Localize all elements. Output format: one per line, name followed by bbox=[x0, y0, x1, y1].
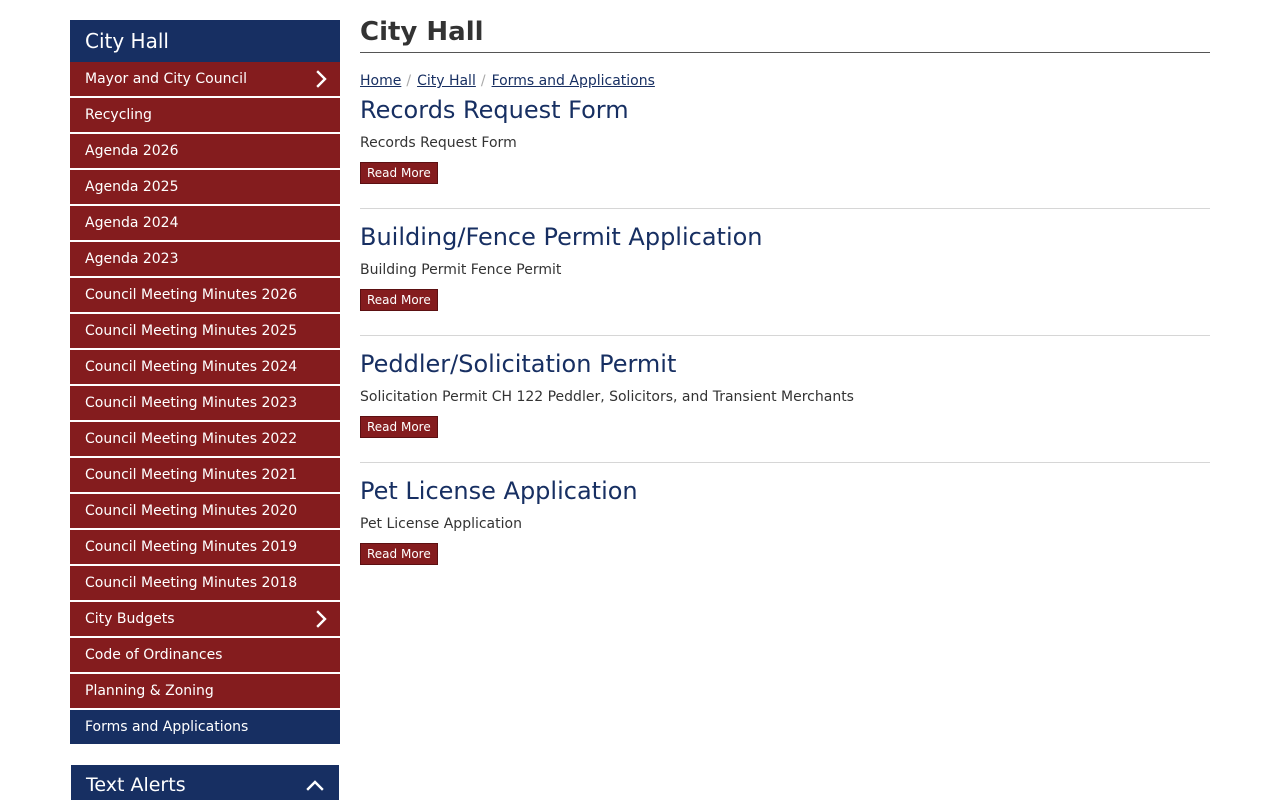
sidebar-item-label: Council Meeting Minutes 2022 bbox=[85, 431, 298, 447]
sidebar-item-label: Council Meeting Minutes 2018 bbox=[85, 575, 298, 591]
chevron-right-icon bbox=[316, 610, 327, 628]
entry-title: Pet License Application bbox=[360, 477, 638, 505]
breadcrumb-separator: / bbox=[480, 73, 486, 89]
read-more-button[interactable]: Read More bbox=[360, 416, 438, 438]
breadcrumb-forms-link[interactable]: Forms and Applications bbox=[492, 73, 655, 89]
sidebar-item-minutes-2018[interactable]: Council Meeting Minutes 2018 bbox=[70, 566, 340, 600]
chevron-up-icon bbox=[306, 780, 324, 791]
sidebar-item-label: Agenda 2023 bbox=[85, 251, 179, 267]
text-alerts-label: Text Alerts bbox=[86, 774, 186, 796]
sidebar-item-label: Council Meeting Minutes 2024 bbox=[85, 359, 298, 375]
sidebar-item-minutes-2025[interactable]: Council Meeting Minutes 2025 bbox=[70, 314, 340, 348]
breadcrumb-home-link[interactable]: Home bbox=[360, 73, 401, 89]
sidebar-item-minutes-2021[interactable]: Council Meeting Minutes 2021 bbox=[70, 458, 340, 492]
sidebar-item-mayor-and-city-council[interactable]: Mayor and City Council bbox=[70, 62, 340, 96]
entry-title: Records Request Form bbox=[360, 96, 629, 124]
list-item: Building/Fence Permit Application Buildi… bbox=[360, 208, 1210, 335]
sidebar-item-minutes-2022[interactable]: Council Meeting Minutes 2022 bbox=[70, 422, 340, 456]
sidebar-item-label: Planning & Zoning bbox=[85, 683, 214, 699]
text-alerts-toggle[interactable]: Text Alerts bbox=[71, 765, 339, 800]
sidebar-item-label: Agenda 2024 bbox=[85, 215, 179, 231]
entry-summary: Pet License Application bbox=[360, 516, 522, 532]
breadcrumb: Home / City Hall / Forms and Applications bbox=[360, 72, 1210, 90]
sidebar-item-planning-zoning[interactable]: Planning & Zoning bbox=[70, 674, 340, 708]
sidebar-item-label: Forms and Applications bbox=[85, 719, 249, 735]
read-more-button[interactable]: Read More bbox=[360, 289, 438, 311]
entry-summary: Building Permit Fence Permit bbox=[360, 262, 562, 278]
sidebar-title: City Hall bbox=[70, 20, 340, 62]
page-title: City Hall bbox=[360, 16, 1210, 53]
sidebar-item-minutes-2026[interactable]: Council Meeting Minutes 2026 bbox=[70, 278, 340, 312]
sidebar: City Hall Mayor and City Council Recycli… bbox=[70, 20, 340, 746]
page: City Hall Mayor and City Council Recycli… bbox=[0, 0, 1280, 800]
sidebar-item-minutes-2024[interactable]: Council Meeting Minutes 2024 bbox=[70, 350, 340, 384]
breadcrumb-city-hall-link[interactable]: City Hall bbox=[417, 73, 476, 89]
sidebar-item-code-of-ordinances[interactable]: Code of Ordinances bbox=[70, 638, 340, 672]
sidebar-item-label: Council Meeting Minutes 2025 bbox=[85, 323, 298, 339]
sidebar-item-agenda-2023[interactable]: Agenda 2023 bbox=[70, 242, 340, 276]
sidebar-nav: Mayor and City Council Recycling Agenda … bbox=[70, 62, 340, 744]
sidebar-item-forms-and-applications[interactable]: Forms and Applications bbox=[70, 710, 340, 744]
sidebar-item-label: Agenda 2025 bbox=[85, 179, 179, 195]
list-item: Records Request Form Records Request For… bbox=[360, 94, 1210, 208]
chevron-right-icon bbox=[316, 70, 327, 88]
read-more-button[interactable]: Read More bbox=[360, 162, 438, 184]
list-item: Peddler/Solicitation Permit Solicitation… bbox=[360, 335, 1210, 462]
sidebar-item-city-budgets[interactable]: City Budgets bbox=[70, 602, 340, 636]
sidebar-item-label: Council Meeting Minutes 2026 bbox=[85, 287, 298, 303]
sidebar-item-agenda-2026[interactable]: Agenda 2026 bbox=[70, 134, 340, 168]
sidebar-item-minutes-2023[interactable]: Council Meeting Minutes 2023 bbox=[70, 386, 340, 420]
read-more-button[interactable]: Read More bbox=[360, 543, 438, 565]
sidebar-item-label: Agenda 2026 bbox=[85, 143, 179, 159]
sidebar-item-label: Council Meeting Minutes 2021 bbox=[85, 467, 298, 483]
entry-title: Building/Fence Permit Application bbox=[360, 223, 763, 251]
sidebar-item-agenda-2024[interactable]: Agenda 2024 bbox=[70, 206, 340, 240]
entry-summary: Records Request Form bbox=[360, 135, 517, 151]
sidebar-item-recycling[interactable]: Recycling bbox=[70, 98, 340, 132]
sidebar-item-label: Council Meeting Minutes 2020 bbox=[85, 503, 298, 519]
sidebar-item-label: Council Meeting Minutes 2023 bbox=[85, 395, 298, 411]
sidebar-item-agenda-2025[interactable]: Agenda 2025 bbox=[70, 170, 340, 204]
sidebar-item-minutes-2019[interactable]: Council Meeting Minutes 2019 bbox=[70, 530, 340, 564]
sidebar-item-label: Mayor and City Council bbox=[85, 71, 247, 87]
sidebar-item-label: City Budgets bbox=[85, 611, 175, 627]
list-item: Pet License Application Pet License Appl… bbox=[360, 462, 1210, 589]
main-content: City Hall Home / City Hall / Forms and Appli… bbox=[360, 16, 1210, 589]
sidebar-item-minutes-2020[interactable]: Council Meeting Minutes 2020 bbox=[70, 494, 340, 528]
breadcrumb-separator: / bbox=[406, 73, 412, 89]
sidebar-item-label: Council Meeting Minutes 2019 bbox=[85, 539, 298, 555]
entry-summary: Solicitation Permit CH 122 Peddler, Soli… bbox=[360, 389, 854, 405]
sidebar-item-label: Recycling bbox=[85, 107, 152, 123]
sidebar-item-label: Code of Ordinances bbox=[85, 647, 223, 663]
entry-title: Peddler/Solicitation Permit bbox=[360, 350, 677, 378]
